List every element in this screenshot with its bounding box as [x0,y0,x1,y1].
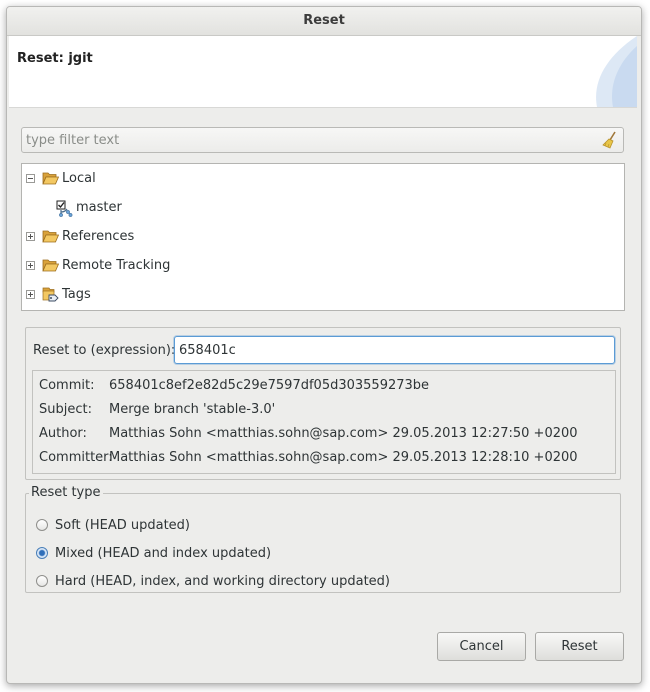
tree-item-tags[interactable]: Tags [22,284,624,306]
radio-label: Soft (HEAD updated) [55,518,191,533]
expand-toggle-icon[interactable] [26,232,35,241]
cancel-button[interactable]: Cancel [437,632,526,661]
commit-info-key: Committer: [39,450,113,465]
tree-item-references[interactable]: References [22,226,624,248]
collapse-toggle-icon[interactable] [26,174,35,183]
radio-button-checked[interactable] [36,547,48,559]
folder-icon [42,259,59,272]
dialog-banner: Reset: jgit [9,36,637,108]
tree-item-master[interactable]: master [22,197,624,219]
reset-type-group: Reset type Soft (HEAD updated) Mixed (HE… [25,486,621,593]
commit-info-key: Author: [39,426,87,441]
expand-toggle-icon[interactable] [26,290,35,299]
commit-info-key: Subject: [39,402,92,417]
expand-toggle-icon[interactable] [26,261,35,270]
commit-info-value: Matthias Sohn <matthias.sohn@sap.com> 29… [109,450,578,465]
title-bar[interactable]: Reset [7,7,641,36]
commit-info-panel: Commit: 658401c8ef2e82d5c29e7597df05d303… [32,370,616,474]
window-title: Reset [303,13,345,28]
radio-label: Mixed (HEAD and index updated) [55,546,272,561]
tree-item-label: Local [62,171,96,186]
folder-open-icon [42,172,59,185]
ref-tree[interactable]: Local master References Remote Tracking … [21,163,625,311]
branch-checked-out-icon [56,200,73,217]
commit-info-value: 658401c8ef2e82d5c29e7597df05d303559273be [109,378,430,393]
commit-info-value: Matthias Sohn <matthias.sohn@sap.com> 29… [109,426,578,441]
reset-to-label: Reset to (expression): [33,343,176,358]
commit-info-value: Merge branch 'stable-3.0' [109,402,276,417]
clear-filter-broom-icon[interactable] [601,131,619,149]
tree-item-label: master [76,200,122,215]
tree-item-label: References [62,229,135,244]
banner-decoration-icon [596,36,637,107]
filter-input[interactable] [26,130,596,150]
radio-label: Hard (HEAD, index, and working directory… [55,574,391,589]
tree-item-label: Tags [62,287,91,302]
commit-info-key: Commit: [39,378,95,393]
tree-item-local[interactable]: Local [22,168,624,190]
reset-type-legend: Reset type [29,485,103,500]
reset-button[interactable]: Reset [535,632,624,661]
filter-box [21,127,624,153]
radio-button[interactable] [36,575,48,587]
banner-title: Reset: jgit [17,51,93,66]
folder-icon [42,230,59,243]
tree-item-label: Remote Tracking [62,258,171,273]
tree-item-remote-tracking[interactable]: Remote Tracking [22,255,624,277]
reset-expression-input[interactable] [174,336,615,364]
tags-icon [42,287,59,302]
reset-target-group: Reset to (expression): Commit: 658401c8e… [25,327,621,480]
radio-button[interactable] [36,519,48,531]
reset-dialog: Reset Reset: jgit Local [6,6,642,684]
